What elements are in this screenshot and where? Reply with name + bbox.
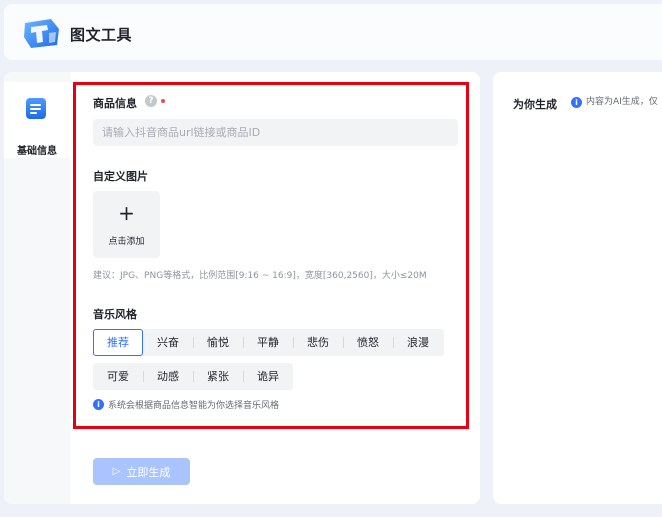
music-style-row-1: 推荐 兴奋 愉悦 平静 悲伤 愤怒 浪漫 — [93, 329, 444, 356]
style-option-cute[interactable]: 可爱 — [93, 363, 143, 390]
product-info-label: 商品信息 — [93, 97, 137, 110]
style-option-dynamic[interactable]: 动感 — [143, 363, 193, 390]
style-option-tense[interactable]: 紧张 — [193, 363, 243, 390]
result-panel — [493, 72, 662, 504]
style-option-sad[interactable]: 悲伤 — [293, 329, 343, 356]
music-style-label: 音乐风格 — [93, 308, 137, 321]
style-option-calm[interactable]: 平静 — [243, 329, 293, 356]
upload-label: 点击添加 — [108, 237, 145, 247]
upload-image-button[interactable]: + 点击添加 — [93, 191, 160, 258]
info-icon: i — [93, 399, 104, 410]
generate-button-label: 立即生成 — [126, 465, 171, 479]
app-logo-icon — [24, 19, 59, 48]
plus-icon: + — [118, 201, 135, 225]
generate-button[interactable]: ▷ 立即生成 — [93, 458, 190, 485]
style-option-eerie[interactable]: 诡异 — [243, 363, 293, 390]
side-nav: 基础信息 — [4, 72, 70, 504]
app-title: 图文工具 — [70, 26, 133, 44]
sidebar-item-basic-info[interactable]: 基础信息 — [4, 82, 70, 158]
style-option-recommend[interactable]: 推荐 — [93, 329, 143, 356]
sidebar-item-label: 基础信息 — [17, 146, 57, 157]
style-option-angry[interactable]: 愤怒 — [343, 329, 393, 356]
info-icon: i — [571, 97, 582, 108]
music-style-note: i 系统会根据商品信息智能为你选择音乐风格 — [93, 398, 279, 411]
style-option-joyful[interactable]: 愉悦 — [193, 329, 243, 356]
image-hint: 建议：JPG、PNG等格式，比例范围[9:16 ~ 16:9]，宽度[360,2… — [93, 271, 427, 281]
document-icon — [26, 98, 46, 119]
send-icon: ▷ — [112, 466, 121, 477]
music-style-note-text: 系统会根据商品信息智能为你选择音乐风格 — [108, 401, 280, 411]
app-header: 图文工具 — [4, 4, 662, 60]
style-option-excited[interactable]: 兴奋 — [143, 329, 193, 356]
music-style-row-2: 可爱 动感 紧张 诡异 — [93, 363, 293, 390]
ai-disclaimer-text: 内容为AI生成，仅 — [586, 97, 658, 107]
ai-disclaimer: i 内容为AI生成，仅 — [571, 96, 658, 109]
help-icon[interactable]: ? — [145, 95, 157, 107]
required-indicator — [161, 99, 165, 103]
custom-image-label: 自定义图片 — [93, 170, 148, 183]
style-option-romantic[interactable]: 浪漫 — [393, 329, 443, 356]
result-title: 为你生成 — [513, 98, 557, 111]
product-input[interactable] — [93, 119, 458, 146]
